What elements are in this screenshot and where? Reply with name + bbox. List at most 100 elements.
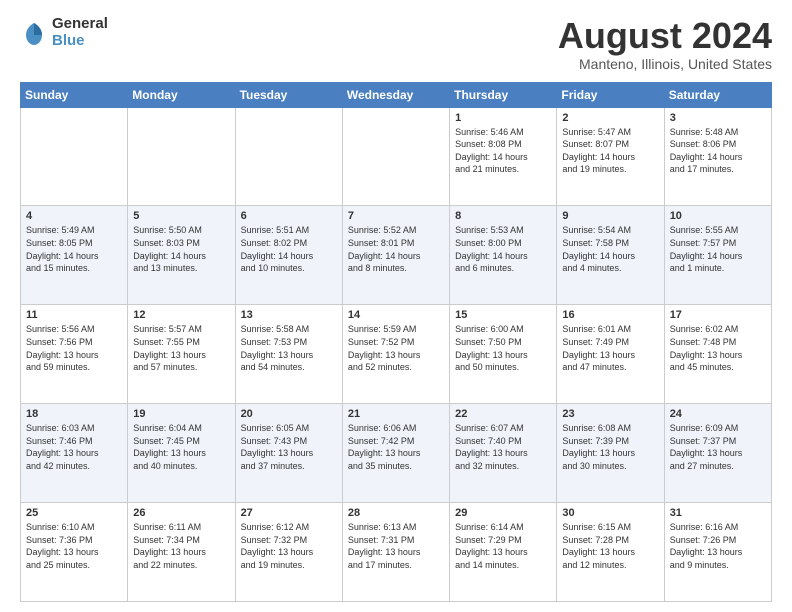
day-info: Sunrise: 6:16 AM Sunset: 7:26 PM Dayligh…	[670, 521, 766, 571]
main-title: August 2024	[558, 16, 772, 56]
day-info: Sunrise: 5:59 AM Sunset: 7:52 PM Dayligh…	[348, 323, 444, 373]
day-number: 11	[26, 309, 122, 321]
page: General Blue August 2024 Manteno, Illino…	[0, 0, 792, 612]
day-number: 22	[455, 408, 551, 420]
day-cell: 14 Sunrise: 5:59 AM Sunset: 7:52 PM Dayli…	[342, 305, 449, 404]
day-number: 24	[670, 408, 766, 420]
day-cell: 31 Sunrise: 6:16 AM Sunset: 7:26 PM Dayli…	[664, 503, 771, 602]
day-number: 29	[455, 507, 551, 519]
day-number: 18	[26, 408, 122, 420]
day-number: 28	[348, 507, 444, 519]
day-cell: 29 Sunrise: 6:14 AM Sunset: 7:29 PM Dayli…	[450, 503, 557, 602]
day-cell: 9 Sunrise: 5:54 AM Sunset: 7:58 PM Daylig…	[557, 206, 664, 305]
day-info: Sunrise: 6:06 AM Sunset: 7:42 PM Dayligh…	[348, 422, 444, 472]
day-number: 31	[670, 507, 766, 519]
day-cell: 22 Sunrise: 6:07 AM Sunset: 7:40 PM Dayli…	[450, 404, 557, 503]
week-row-4: 25Sunrise: 6:10 AM Sunset: 7:36 PM Dayli…	[21, 503, 772, 602]
day-number: 21	[348, 408, 444, 420]
day-number: 23	[562, 408, 658, 420]
logo-text: General Blue	[52, 16, 108, 49]
day-cell: 27Sunrise: 6:12 AM Sunset: 7:32 PM Dayli…	[235, 503, 342, 602]
day-cell: 20Sunrise: 6:05 AM Sunset: 7:43 PM Dayli…	[235, 404, 342, 503]
day-cell	[21, 107, 128, 206]
day-cell	[128, 107, 235, 206]
day-number: 16	[562, 309, 658, 321]
day-info: Sunrise: 6:05 AM Sunset: 7:43 PM Dayligh…	[241, 422, 337, 472]
day-info: Sunrise: 6:11 AM Sunset: 7:34 PM Dayligh…	[133, 521, 229, 571]
day-info: Sunrise: 5:46 AM Sunset: 8:08 PM Dayligh…	[455, 126, 551, 176]
week-row-3: 18 Sunrise: 6:03 AM Sunset: 7:46 PM Dayli…	[21, 404, 772, 503]
day-cell: 3Sunrise: 5:48 AM Sunset: 8:06 PM Daylig…	[664, 107, 771, 206]
day-info: Sunrise: 6:04 AM Sunset: 7:45 PM Dayligh…	[133, 422, 229, 472]
logo: General Blue	[20, 16, 108, 49]
day-number: 17	[670, 309, 766, 321]
calendar-header: SundayMondayTuesdayWednesdayThursdayFrid…	[21, 82, 772, 107]
day-info: Sunrise: 5:57 AM Sunset: 7:55 PM Dayligh…	[133, 323, 229, 373]
day-cell: 4 Sunrise: 5:49 AM Sunset: 8:05 PM Daylig…	[21, 206, 128, 305]
day-cell: 7Sunrise: 5:52 AM Sunset: 8:01 PM Daylig…	[342, 206, 449, 305]
day-cell: 12 Sunrise: 5:57 AM Sunset: 7:55 PM Dayli…	[128, 305, 235, 404]
day-info: Sunrise: 6:14 AM Sunset: 7:29 PM Dayligh…	[455, 521, 551, 571]
day-info: Sunrise: 6:07 AM Sunset: 7:40 PM Dayligh…	[455, 422, 551, 472]
day-cell: 2Sunrise: 5:47 AM Sunset: 8:07 PM Daylig…	[557, 107, 664, 206]
day-header-wednesday: Wednesday	[342, 82, 449, 107]
day-number: 9	[562, 210, 658, 222]
day-cell: 5Sunrise: 5:50 AM Sunset: 8:03 PM Daylig…	[128, 206, 235, 305]
day-number: 15	[455, 309, 551, 321]
day-cell: 15 Sunrise: 6:00 AM Sunset: 7:50 PM Dayli…	[450, 305, 557, 404]
day-number: 13	[241, 309, 337, 321]
day-info: Sunrise: 5:51 AM Sunset: 8:02 PM Dayligh…	[241, 224, 337, 274]
day-number: 1	[455, 112, 551, 124]
logo-general: General	[52, 16, 108, 33]
day-number: 5	[133, 210, 229, 222]
logo-icon	[20, 19, 48, 47]
day-number: 12	[133, 309, 229, 321]
day-number: 2	[562, 112, 658, 124]
day-info: Sunrise: 6:13 AM Sunset: 7:31 PM Dayligh…	[348, 521, 444, 571]
day-number: 6	[241, 210, 337, 222]
calendar-body: 1 Sunrise: 5:46 AM Sunset: 8:08 PM Daylig…	[21, 107, 772, 601]
day-info: Sunrise: 5:58 AM Sunset: 7:53 PM Dayligh…	[241, 323, 337, 373]
week-row-2: 11Sunrise: 5:56 AM Sunset: 7:56 PM Dayli…	[21, 305, 772, 404]
day-number: 19	[133, 408, 229, 420]
day-cell: 21 Sunrise: 6:06 AM Sunset: 7:42 PM Dayli…	[342, 404, 449, 503]
day-number: 30	[562, 507, 658, 519]
title-block: August 2024 Manteno, Illinois, United St…	[558, 16, 772, 72]
day-info: Sunrise: 6:10 AM Sunset: 7:36 PM Dayligh…	[26, 521, 122, 571]
calendar: SundayMondayTuesdayWednesdayThursdayFrid…	[20, 82, 772, 602]
day-number: 7	[348, 210, 444, 222]
day-cell: 10 Sunrise: 5:55 AM Sunset: 7:57 PM Dayli…	[664, 206, 771, 305]
day-header-monday: Monday	[128, 82, 235, 107]
day-info: Sunrise: 6:12 AM Sunset: 7:32 PM Dayligh…	[241, 521, 337, 571]
day-info: Sunrise: 6:00 AM Sunset: 7:50 PM Dayligh…	[455, 323, 551, 373]
day-info: Sunrise: 5:53 AM Sunset: 8:00 PM Dayligh…	[455, 224, 551, 274]
day-header-tuesday: Tuesday	[235, 82, 342, 107]
day-info: Sunrise: 6:03 AM Sunset: 7:46 PM Dayligh…	[26, 422, 122, 472]
header: General Blue August 2024 Manteno, Illino…	[20, 16, 772, 72]
day-info: Sunrise: 6:15 AM Sunset: 7:28 PM Dayligh…	[562, 521, 658, 571]
day-cell: 28 Sunrise: 6:13 AM Sunset: 7:31 PM Dayli…	[342, 503, 449, 602]
day-cell: 26 Sunrise: 6:11 AM Sunset: 7:34 PM Dayli…	[128, 503, 235, 602]
day-cell: 16Sunrise: 6:01 AM Sunset: 7:49 PM Dayli…	[557, 305, 664, 404]
day-cell: 18 Sunrise: 6:03 AM Sunset: 7:46 PM Dayli…	[21, 404, 128, 503]
day-cell: 1 Sunrise: 5:46 AM Sunset: 8:08 PM Daylig…	[450, 107, 557, 206]
day-info: Sunrise: 5:55 AM Sunset: 7:57 PM Dayligh…	[670, 224, 766, 274]
header-row: SundayMondayTuesdayWednesdayThursdayFrid…	[21, 82, 772, 107]
day-number: 10	[670, 210, 766, 222]
day-number: 4	[26, 210, 122, 222]
day-cell	[342, 107, 449, 206]
day-info: Sunrise: 6:09 AM Sunset: 7:37 PM Dayligh…	[670, 422, 766, 472]
day-info: Sunrise: 5:49 AM Sunset: 8:05 PM Dayligh…	[26, 224, 122, 274]
day-number: 26	[133, 507, 229, 519]
day-info: Sunrise: 5:48 AM Sunset: 8:06 PM Dayligh…	[670, 126, 766, 176]
day-cell: 6 Sunrise: 5:51 AM Sunset: 8:02 PM Daylig…	[235, 206, 342, 305]
day-cell: 30 Sunrise: 6:15 AM Sunset: 7:28 PM Dayli…	[557, 503, 664, 602]
day-info: Sunrise: 5:54 AM Sunset: 7:58 PM Dayligh…	[562, 224, 658, 274]
week-row-0: 1 Sunrise: 5:46 AM Sunset: 8:08 PM Daylig…	[21, 107, 772, 206]
week-row-1: 4 Sunrise: 5:49 AM Sunset: 8:05 PM Daylig…	[21, 206, 772, 305]
day-info: Sunrise: 6:08 AM Sunset: 7:39 PM Dayligh…	[562, 422, 658, 472]
day-number: 14	[348, 309, 444, 321]
subtitle: Manteno, Illinois, United States	[558, 56, 772, 72]
day-info: Sunrise: 6:02 AM Sunset: 7:48 PM Dayligh…	[670, 323, 766, 373]
day-cell: 13 Sunrise: 5:58 AM Sunset: 7:53 PM Dayli…	[235, 305, 342, 404]
